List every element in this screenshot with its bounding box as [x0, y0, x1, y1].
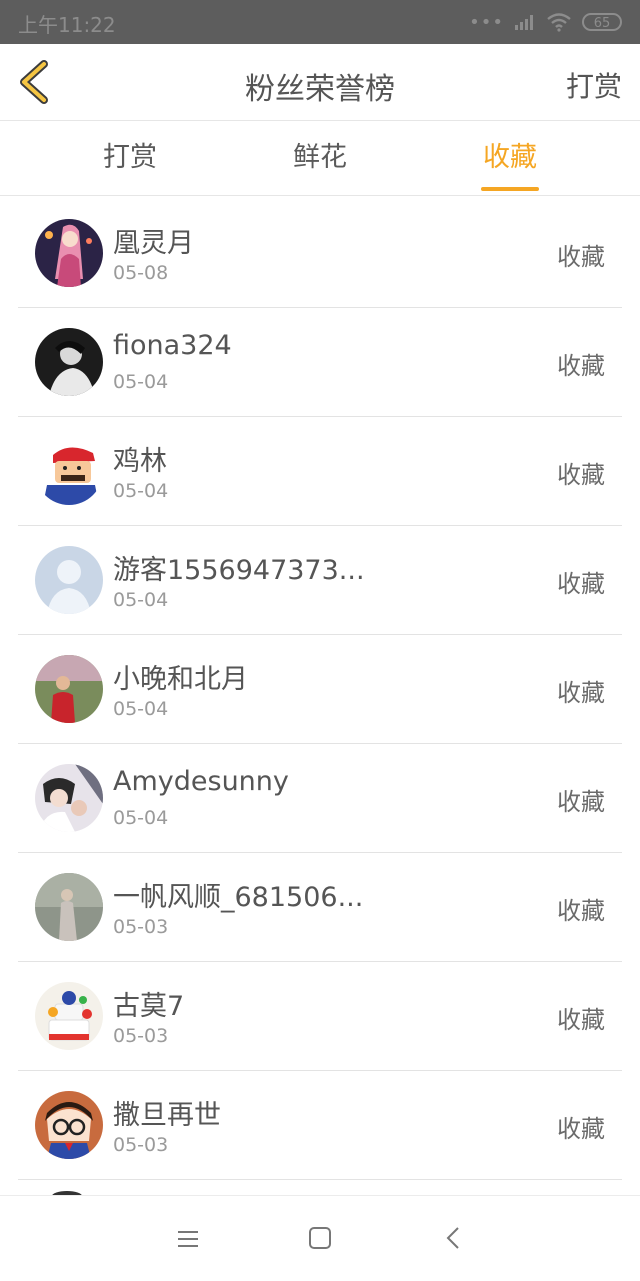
- tab-flowers[interactable]: 鲜花: [270, 121, 370, 195]
- status-icons: ••• 65: [469, 11, 622, 33]
- fan-name: 撒旦再世: [113, 1100, 221, 1131]
- fan-date: 05-04: [113, 589, 169, 611]
- anime-girl-avatar: [35, 219, 103, 287]
- fan-date: 05-04: [113, 807, 169, 829]
- fan-action[interactable]: 收藏: [557, 455, 605, 490]
- fan-action[interactable]: 收藏: [557, 891, 605, 926]
- back-arrow-icon: [446, 1227, 459, 1249]
- signal-bars-icon: [515, 15, 533, 30]
- list-item[interactable]: 古莫7 05-03 收藏: [18, 962, 622, 1071]
- battery-indicator: 65: [582, 13, 622, 31]
- fan-name: fiona324: [113, 330, 232, 361]
- tab-reward[interactable]: 打赏: [80, 121, 180, 195]
- mario-avatar: [35, 437, 103, 505]
- partial-list-item: [0, 1175, 640, 1195]
- fan-name: 一帆风顺_681506...: [113, 882, 364, 913]
- fan-action[interactable]: 收藏: [557, 1109, 605, 1144]
- fan-action[interactable]: 收藏: [557, 346, 605, 381]
- fan-date: 05-08: [113, 262, 169, 284]
- list-item[interactable]: 游客1556947373... 05-04 收藏: [18, 526, 622, 635]
- fan-name: 古莫7: [113, 991, 185, 1022]
- tab-label: 鲜花: [293, 142, 347, 173]
- fan-name: 鸡林: [113, 446, 167, 477]
- fan-action[interactable]: 收藏: [557, 237, 605, 272]
- header: 粉丝荣誉榜 打赏: [0, 44, 640, 121]
- fan-action[interactable]: 收藏: [557, 673, 605, 708]
- photo-couple-avatar: [35, 764, 103, 832]
- system-nav-bar: [0, 1195, 640, 1281]
- status-time: 上午11:22: [18, 13, 116, 37]
- cake-avatar: [35, 982, 103, 1050]
- fan-date: 05-03: [113, 916, 169, 938]
- fan-action[interactable]: 收藏: [557, 1000, 605, 1035]
- photo-girl-avatar: [35, 873, 103, 941]
- fan-date: 05-03: [113, 1134, 169, 1156]
- menu-icon: [178, 1231, 198, 1247]
- back-nav-button[interactable]: [436, 1224, 472, 1254]
- page-title: 粉丝荣誉榜: [245, 72, 395, 107]
- list-item[interactable]: Amydesunny 05-04 收藏: [18, 744, 622, 853]
- fan-name: Amydesunny: [113, 766, 289, 797]
- fan-list: 凰灵月 05-08 收藏 fiona324 05-04 收藏 鸡林 05-04 …: [0, 199, 640, 1180]
- fan-date: 05-03: [113, 1025, 169, 1047]
- tab-label: 收藏: [483, 142, 537, 173]
- fan-name: 小晚和北月: [113, 664, 248, 695]
- tab-bar: 打赏 鲜花 收藏: [0, 121, 640, 196]
- photo-person-avatar: [35, 655, 103, 723]
- tab-label: 打赏: [103, 142, 157, 173]
- fan-name: 凰灵月: [113, 228, 194, 259]
- list-item[interactable]: 撒旦再世 05-03 收藏: [18, 1071, 622, 1180]
- fan-action[interactable]: 收藏: [557, 564, 605, 599]
- fan-date: 05-04: [113, 698, 169, 720]
- menu-button[interactable]: [170, 1224, 206, 1254]
- wifi-icon: [547, 13, 571, 32]
- tab-favorites[interactable]: 收藏: [460, 121, 560, 195]
- reward-button[interactable]: 打赏: [566, 65, 622, 105]
- list-item[interactable]: 小晚和北月 05-04 收藏: [18, 635, 622, 744]
- home-square-icon: [309, 1227, 331, 1249]
- active-tab-indicator: [481, 187, 539, 191]
- home-button[interactable]: [302, 1224, 338, 1254]
- detective-cartoon-avatar: [35, 1091, 103, 1159]
- fan-date: 05-04: [113, 371, 169, 393]
- default-user-avatar: [35, 546, 103, 614]
- signal-icon: •••: [469, 11, 504, 33]
- fan-name: 游客1556947373...: [113, 555, 365, 586]
- list-item[interactable]: 凰灵月 05-08 收藏: [18, 199, 622, 308]
- list-item[interactable]: 鸡林 05-04 收藏: [18, 417, 622, 526]
- list-item[interactable]: fiona324 05-04 收藏: [18, 308, 622, 417]
- fan-action[interactable]: 收藏: [557, 782, 605, 817]
- status-bar: 上午11:22 ••• 65: [0, 0, 640, 44]
- fan-date: 05-04: [113, 480, 169, 502]
- list-item[interactable]: 一帆风顺_681506... 05-03 收藏: [18, 853, 622, 962]
- photo-person-avatar: [35, 328, 103, 396]
